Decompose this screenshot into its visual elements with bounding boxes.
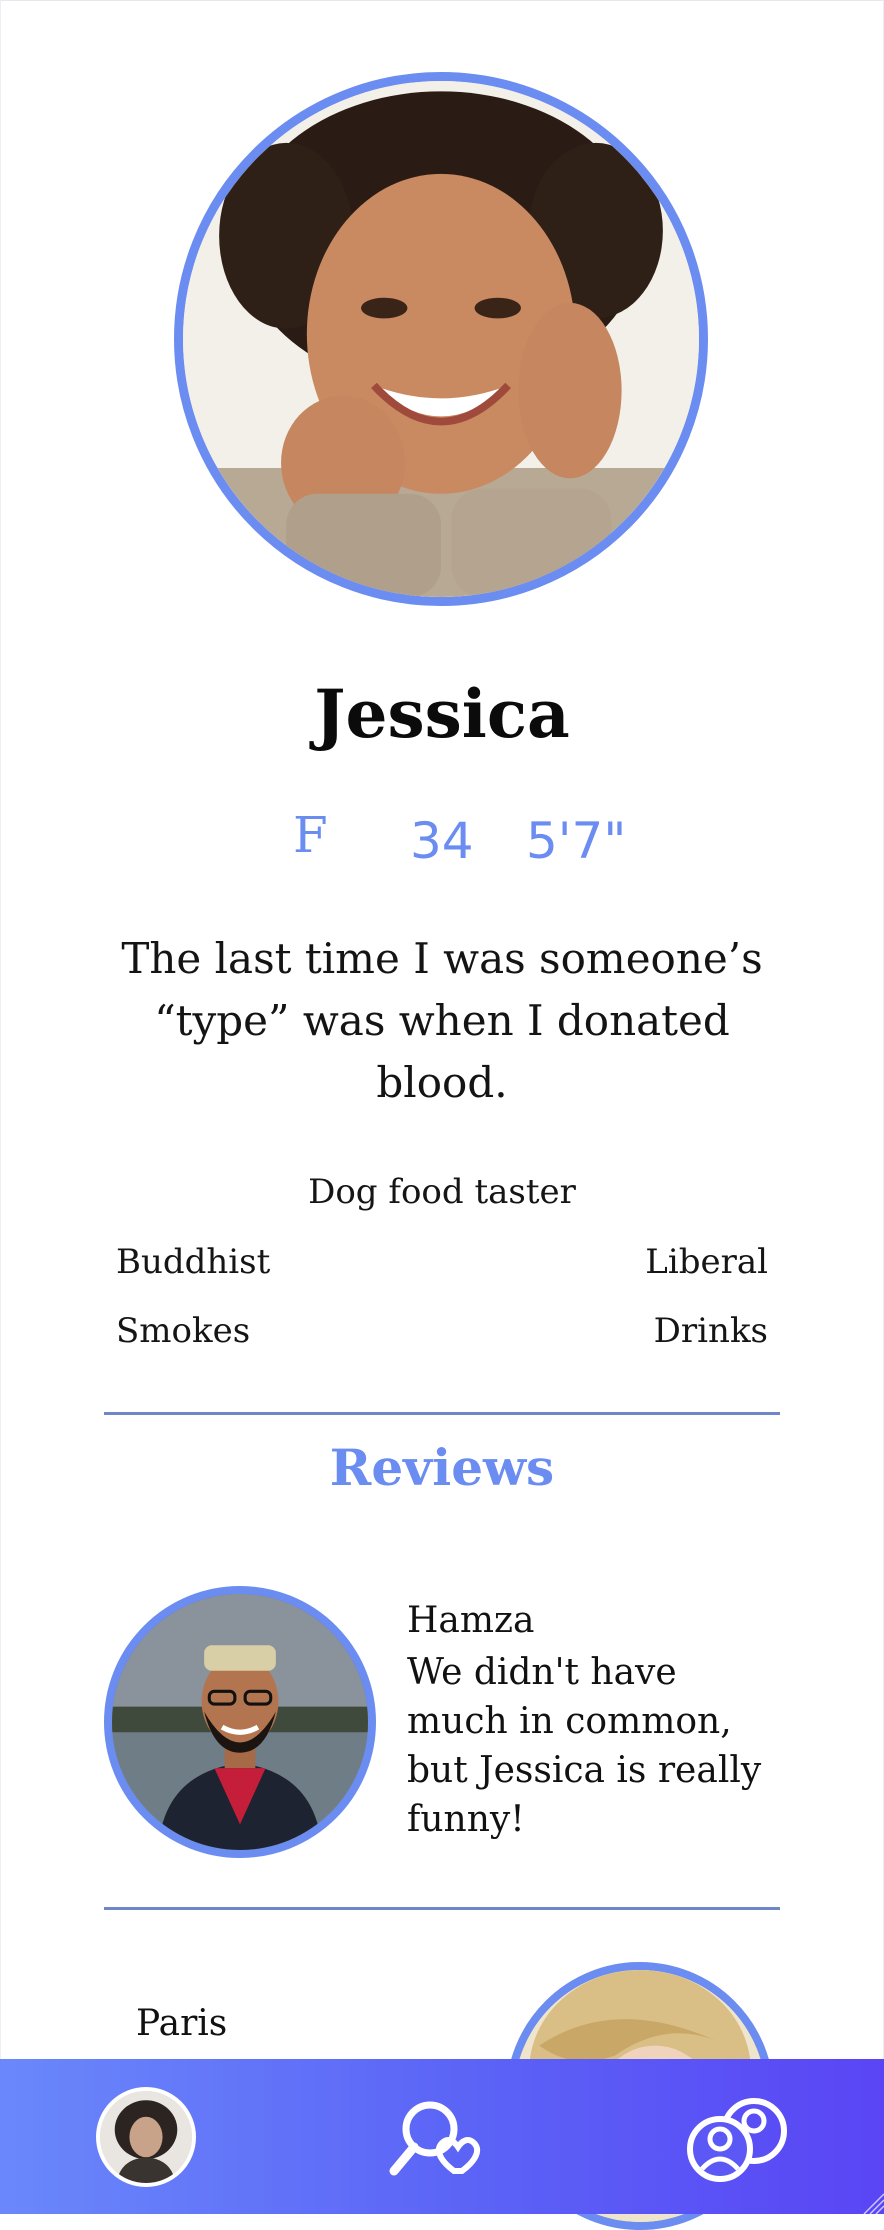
review-author: Hamza [407,1600,535,1641]
nav-profile-avatar[interactable] [96,2087,196,2187]
profile-photo [174,72,708,606]
religion: Buddhist [116,1242,271,1282]
occupation: Dog food taster [308,1172,576,1212]
people-icon[interactable] [684,2093,788,2183]
bottom-nav [0,2059,884,2214]
divider [104,1412,780,1415]
reviewer-avatar[interactable] [104,1586,376,1858]
review-author: Paris [136,2003,228,2044]
reviews-heading: Reviews [329,1438,555,1497]
search-heart-icon[interactable] [388,2095,496,2183]
height-value: 5'7" [526,812,627,870]
top-edge [0,0,884,1]
review-text: We didn't have much in common, but Jessi… [407,1652,762,1840]
smoking: Smokes [116,1311,251,1351]
age-value: 34 [410,812,474,870]
left-edge [0,0,1,2214]
profile-name: Jessica [314,675,570,753]
politics: Liberal [645,1242,768,1282]
gender-value: F [293,806,328,864]
divider [104,1907,780,1910]
drinking: Drinks [653,1311,768,1351]
profile-bio: The last time I was someone’s “type” was… [121,934,763,1107]
resize-grip-icon [863,2193,884,2214]
profile-stats: F 34 5'7" [0,806,884,882]
